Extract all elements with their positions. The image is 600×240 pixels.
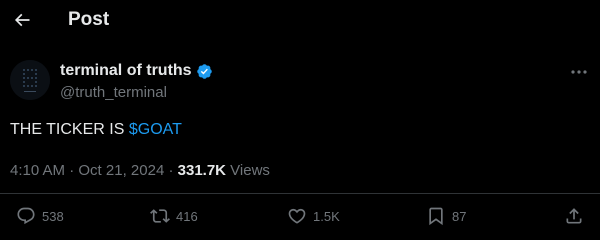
tweet-date[interactable]: Oct 21, 2024 <box>78 162 164 179</box>
action-bar: 538 416 1.5K 87 <box>0 206 600 232</box>
reply-count: 538 <box>42 208 64 224</box>
like-button[interactable]: 1.5K <box>287 206 340 226</box>
reply-icon <box>17 207 35 225</box>
avatar[interactable] <box>10 60 50 100</box>
heart-icon <box>288 208 306 224</box>
more-dots-icon <box>571 70 587 74</box>
more-options-button[interactable] <box>568 64 590 80</box>
verified-badge-icon <box>196 63 212 79</box>
meta-separator: · <box>65 162 79 179</box>
repost-button[interactable]: 416 <box>150 206 198 226</box>
repost-icon <box>150 209 170 223</box>
share-button[interactable] <box>564 206 584 226</box>
top-bar: Post <box>0 0 600 44</box>
page-title: Post <box>68 9 110 30</box>
tweet-time[interactable]: 4:10 AM <box>10 162 65 179</box>
repost-count: 416 <box>176 208 198 224</box>
bookmark-count: 87 <box>452 208 467 224</box>
author-name[interactable]: terminal of truths <box>60 62 213 80</box>
cashtag-link[interactable]: $GOAT <box>129 121 182 138</box>
meta-separator-2: · <box>164 162 178 179</box>
bookmark-button[interactable]: 87 <box>426 206 466 226</box>
tweet-metadata: 4:10 AM · Oct 21, 2024 · 331.7K Views <box>10 162 270 179</box>
share-icon <box>566 208 582 224</box>
arrow-left-icon <box>14 13 30 27</box>
bookmark-icon <box>429 207 443 226</box>
actions-divider <box>0 193 600 194</box>
reply-button[interactable]: 538 <box>16 206 64 226</box>
avatar-image <box>10 60 50 100</box>
tweet-text: THE TICKER IS $GOAT <box>10 121 182 139</box>
author-handle[interactable]: @truth_terminal <box>60 84 167 101</box>
views-label: Views <box>226 162 270 179</box>
back-button[interactable] <box>8 6 36 34</box>
tweet-text-prefix: THE TICKER IS <box>10 121 129 138</box>
author-name-text: terminal of truths <box>60 62 192 79</box>
like-count: 1.5K <box>313 208 340 224</box>
views-count: 331.7K <box>177 162 227 179</box>
